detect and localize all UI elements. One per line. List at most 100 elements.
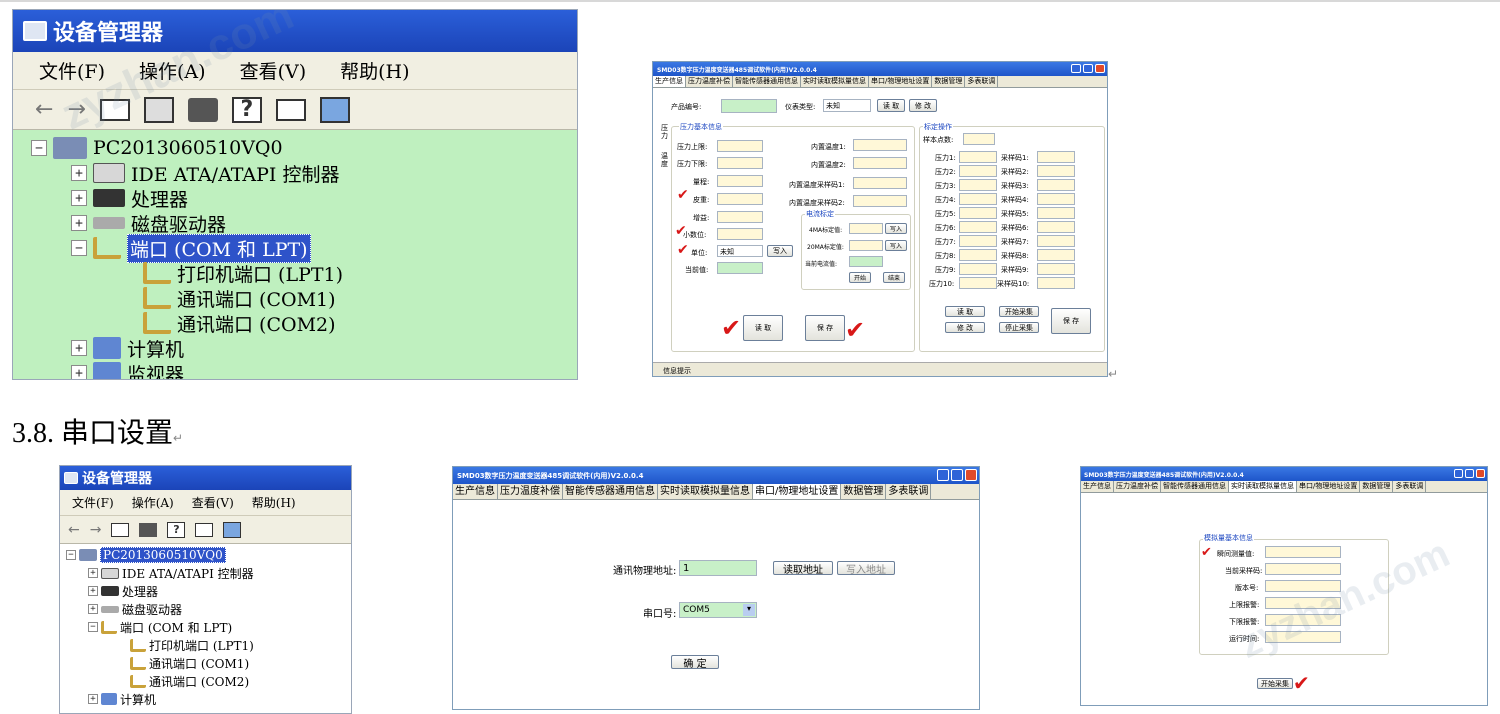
pressure-row-input[interactable] xyxy=(959,277,997,289)
decimal-input[interactable] xyxy=(717,228,763,240)
tree-item[interactable]: 打印机端口 (LPT1) xyxy=(143,261,343,286)
tree-item[interactable]: + 监视器 xyxy=(71,361,184,379)
sample-row-input[interactable] xyxy=(1037,207,1075,219)
scan-hardware-icon[interactable] xyxy=(223,521,242,538)
expand-icon[interactable]: + xyxy=(71,215,87,231)
write-unit-button[interactable]: 写入 xyxy=(767,245,793,257)
internal-temp-2-input[interactable] xyxy=(853,157,907,169)
chevron-down-icon[interactable]: ▾ xyxy=(743,604,755,616)
modify-button[interactable]: 修 改 xyxy=(909,99,937,112)
tree-item[interactable]: + 计算机 xyxy=(71,336,184,361)
side-tab-temperature[interactable]: 温度 xyxy=(661,152,669,168)
expand-icon[interactable]: + xyxy=(71,365,87,379)
sample-row-input[interactable] xyxy=(1037,193,1075,205)
sample-row-input[interactable] xyxy=(1037,277,1075,289)
maximize-icon[interactable] xyxy=(1465,469,1474,478)
view-icon[interactable] xyxy=(275,98,306,121)
back-icon[interactable]: ← xyxy=(68,522,80,538)
tab-realtime[interactable]: 实时读取模拟量信息 xyxy=(801,76,869,87)
tree-item[interactable]: + 处理器 xyxy=(71,186,188,211)
menu-help[interactable]: 帮助(H) xyxy=(252,494,296,511)
tab-data-management[interactable]: 数据管理 xyxy=(841,484,887,499)
back-icon[interactable]: ← xyxy=(35,97,53,122)
minimize-icon[interactable] xyxy=(1454,469,1463,478)
properties-icon[interactable] xyxy=(143,96,174,123)
close-icon[interactable] xyxy=(965,469,977,481)
unit-select[interactable]: 未知 xyxy=(717,245,763,257)
close-icon[interactable] xyxy=(1095,64,1105,73)
tree-item[interactable]: 通讯端口 (COM2) xyxy=(143,311,336,336)
help-icon[interactable]: ? xyxy=(231,96,262,123)
minimize-icon[interactable] xyxy=(937,469,949,481)
version-input[interactable] xyxy=(1265,580,1341,592)
menu-file[interactable]: 文件(F) xyxy=(39,57,105,84)
tab-realtime[interactable]: 实时读取模拟量信息 xyxy=(658,484,753,499)
calib-read-button[interactable]: 读 取 xyxy=(945,306,985,317)
tab-multi-meter[interactable]: 多表联调 xyxy=(1393,481,1427,492)
minimize-icon[interactable] xyxy=(1071,64,1081,73)
tab-sensor-info[interactable]: 智能传感器通用信息 xyxy=(733,76,801,87)
expand-icon[interactable]: + xyxy=(71,165,87,181)
start-collect-button[interactable]: 开始采集 xyxy=(1257,678,1293,689)
tree-item[interactable]: − 端口 (COM 和 LPT) xyxy=(71,233,311,263)
tree-item[interactable]: + 磁盘驱动器 xyxy=(71,211,226,236)
pressure-row-input[interactable] xyxy=(959,179,997,191)
sample-points-input[interactable] xyxy=(963,133,995,145)
maximize-icon[interactable] xyxy=(951,469,963,481)
write-4ma-button[interactable]: 写入 xyxy=(885,223,907,234)
port-select[interactable]: COM5 ▾ xyxy=(679,602,757,618)
tab-compensation[interactable]: 压力温度补偿 xyxy=(498,484,563,499)
expand-icon[interactable]: + xyxy=(88,568,98,578)
tree-item[interactable]: 打印机端口 (LPT1) xyxy=(130,637,254,653)
calib-stop-button[interactable]: 停止采集 xyxy=(999,322,1039,333)
runtime-input[interactable] xyxy=(1265,631,1341,643)
instant-value-input[interactable] xyxy=(1265,546,1341,558)
tab-realtime[interactable]: 实时读取模拟量信息 xyxy=(1229,481,1297,492)
tree-item[interactable]: 通讯端口 (COM2) xyxy=(130,673,249,689)
save-pressure-button[interactable]: 保 存 xyxy=(805,315,845,341)
sample-row-input[interactable] xyxy=(1037,235,1075,247)
tree-item[interactable]: + IDE ATA/ATAPI 控制器 xyxy=(71,161,339,186)
sample-row-input[interactable] xyxy=(1037,249,1075,261)
forward-icon[interactable]: → xyxy=(90,522,102,538)
gain-input[interactable] xyxy=(717,211,763,223)
help-icon[interactable]: ? xyxy=(167,521,186,538)
show-hide-tree-icon[interactable] xyxy=(111,522,130,537)
collapse-icon[interactable]: − xyxy=(71,240,87,256)
pressure-row-input[interactable] xyxy=(959,235,997,247)
expand-icon[interactable]: + xyxy=(71,340,87,356)
menu-help[interactable]: 帮助(H) xyxy=(340,57,409,84)
print-icon[interactable] xyxy=(139,522,158,537)
close-icon[interactable] xyxy=(1476,469,1485,478)
tab-compensation[interactable]: 压力温度补偿 xyxy=(686,76,733,87)
tree-item[interactable]: + IDE ATA/ATAPI 控制器 xyxy=(88,565,254,581)
tree-item[interactable]: + 处理器 xyxy=(88,583,158,599)
tare-input[interactable] xyxy=(717,193,763,205)
tab-multi-meter[interactable]: 多表联调 xyxy=(965,76,999,87)
tree-item[interactable]: 通讯端口 (COM1) xyxy=(143,286,336,311)
sample-row-input[interactable] xyxy=(1037,179,1075,191)
pressure-row-input[interactable] xyxy=(959,249,997,261)
expand-icon[interactable]: + xyxy=(88,694,98,704)
scan-hardware-icon[interactable] xyxy=(319,96,350,123)
range-input[interactable] xyxy=(717,175,763,187)
side-tab-pressure[interactable]: 压力 xyxy=(661,124,669,140)
write-address-button[interactable]: 写入地址 xyxy=(837,561,895,576)
tree-item[interactable]: − 端口 (COM 和 LPT) xyxy=(88,619,232,635)
end-current-button[interactable]: 结束 xyxy=(883,272,905,283)
tree-item[interactable]: + 磁盘驱动器 xyxy=(88,601,182,617)
collapse-icon[interactable]: − xyxy=(66,550,76,560)
tab-sensor-info[interactable]: 智能传感器通用信息 xyxy=(563,484,658,499)
forward-icon[interactable]: → xyxy=(67,97,85,122)
calib-modify-button[interactable]: 修 改 xyxy=(945,322,985,333)
view-icon[interactable] xyxy=(195,522,214,537)
calib-start-button[interactable]: 开始采集 xyxy=(999,306,1039,317)
read-button[interactable]: 读 取 xyxy=(877,99,905,112)
pressure-row-input[interactable] xyxy=(959,221,997,233)
internal-temp-code-2-input[interactable] xyxy=(853,195,907,207)
pressure-row-input[interactable] xyxy=(959,165,997,177)
sample-row-input[interactable] xyxy=(1037,221,1075,233)
write-20ma-button[interactable]: 写入 xyxy=(885,240,907,251)
internal-temp-code-1-input[interactable] xyxy=(853,177,907,189)
tree-item[interactable]: + 计算机 xyxy=(88,691,156,707)
